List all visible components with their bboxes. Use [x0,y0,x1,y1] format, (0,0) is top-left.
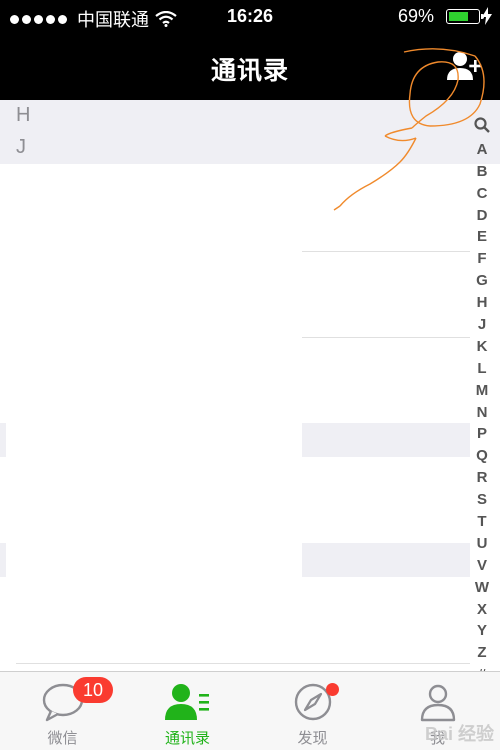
list-divider [16,663,470,664]
index-letter[interactable]: X [470,599,494,621]
index-letter[interactable]: G [470,270,494,292]
contact-list[interactable] [0,164,470,674]
list-gap [0,543,6,577]
list-divider [302,251,470,252]
list-gap [302,543,470,577]
person-icon [420,684,455,722]
index-letter[interactable]: U [470,533,494,555]
battery-percent: 69% [397,6,434,26]
section-label: H [16,104,31,126]
tab-wechat[interactable]: 10 微信 [0,672,125,750]
index-letter[interactable]: L [470,358,494,380]
battery-icon [446,9,484,24]
list-divider [302,337,470,338]
alphabet-index[interactable]: ABCDEFGHJKLMNPQRSTUVWXYZ# [470,114,494,686]
index-letter[interactable]: Z [470,642,494,664]
index-letter[interactable]: J [470,314,494,336]
index-search-icon[interactable] [470,114,494,139]
unread-badge: 10 [73,677,113,703]
section-label: J [16,136,26,158]
tab-bar: 10 微信 通讯录 发现 我 Bai 经验 [0,671,500,750]
index-letter[interactable]: T [470,511,494,533]
contacts-icon [164,684,209,720]
index-letter[interactable]: P [470,423,494,445]
index-letter[interactable]: D [470,205,494,227]
index-letter[interactable]: K [470,336,494,358]
index-letter[interactable]: M [470,380,494,402]
status-bar: 中国联通 16:26 69% [0,0,500,34]
index-letter[interactable]: C [470,183,494,205]
new-content-dot [326,683,339,696]
index-letter[interactable]: W [470,577,494,599]
tab-label: 微信 [47,730,78,747]
index-letter[interactable]: S [470,489,494,511]
tab-contacts[interactable]: 通讯录 [125,672,250,750]
list-gap [0,423,6,457]
index-letter[interactable]: N [470,402,494,424]
index-letter[interactable]: V [470,555,494,577]
list-gap [302,423,470,457]
index-letter[interactable]: H [470,292,494,314]
index-letter[interactable]: F [470,248,494,270]
index-letter[interactable]: A [470,139,494,161]
tab-discover[interactable]: 发现 [250,672,375,750]
watermark: Bai 经验 [424,724,494,744]
index-letter[interactable]: Q [470,445,494,467]
tab-label: 通讯录 [164,730,210,747]
tab-label: 发现 [297,730,328,747]
index-letter[interactable]: E [470,226,494,248]
index-letter[interactable]: Y [470,620,494,642]
charging-bolt-icon [482,7,492,25]
index-letter[interactable]: R [470,467,494,489]
index-letter[interactable]: B [470,161,494,183]
